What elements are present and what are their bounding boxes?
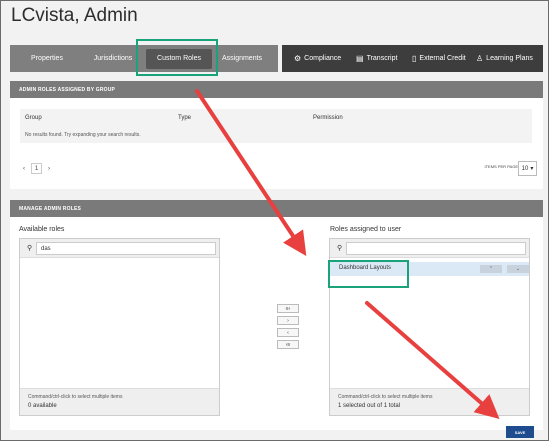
available-search-input[interactable]: das xyxy=(36,242,216,255)
highlight-dashboard-layouts xyxy=(328,260,409,288)
person-icon: ♙ xyxy=(476,54,484,63)
available-roles-list[interactable]: ⚲ das Command/ctrl-click to select multi… xyxy=(19,238,220,416)
save-button[interactable]: SAVE xyxy=(506,426,534,438)
search-icon: ⚲ xyxy=(337,245,343,252)
roles-by-group-heading: ADMIN ROLES ASSIGNED BY GROUP xyxy=(10,81,543,98)
page-title: LCvista, Admin xyxy=(11,5,138,26)
column-header-group[interactable]: Group xyxy=(25,115,42,121)
gear-icon: ⚙ xyxy=(294,54,302,63)
manage-roles-heading: MANAGE ADMIN ROLES xyxy=(10,200,543,217)
tab-transcript-label: Transcript xyxy=(366,55,398,62)
available-search-row: ⚲ das xyxy=(20,239,219,258)
tab-compliance-label: Compliance xyxy=(304,55,342,62)
assigned-list-footer: Command/ctrl-click to select multiple it… xyxy=(330,388,529,415)
assigned-search-input[interactable] xyxy=(346,242,526,255)
move-all-left-button[interactable]: ‹≡ xyxy=(277,340,299,349)
tab-assignments[interactable]: Assignments xyxy=(216,45,268,72)
chevron-down-icon[interactable]: ⌄ xyxy=(507,265,529,273)
tab-learning-plans[interactable]: ♙ Learning Plans xyxy=(476,45,542,72)
prev-page-button[interactable]: ‹ xyxy=(23,166,25,172)
roles-by-group-panel: ADMIN ROLES ASSIGNED BY GROUP Group Type… xyxy=(10,81,543,189)
items-per-page-select[interactable]: 10 ▾ xyxy=(518,161,537,176)
column-header-type[interactable]: Type xyxy=(178,115,191,121)
items-per-page-label: ITEMS PER PAGE xyxy=(484,164,519,169)
next-page-button[interactable]: › xyxy=(48,166,50,172)
column-header-permission[interactable]: Permission xyxy=(313,115,343,121)
tab-external-credit[interactable]: ▯ External Credit xyxy=(412,45,476,72)
tabs-right: ⚙ Compliance ▤ Transcript ▯ External Credit… xyxy=(282,45,543,72)
available-list-footer: Command/ctrl-click to select multiple it… xyxy=(20,388,219,415)
page-number-button[interactable]: 1 xyxy=(31,163,42,174)
assigned-roles-label: Roles assigned to user xyxy=(330,226,402,233)
tab-jurisdictions[interactable]: Jurisdictions xyxy=(84,45,142,72)
chevron-up-icon[interactable]: ⌃ xyxy=(480,265,502,273)
transcript-icon: ▤ xyxy=(356,54,364,63)
assigned-multiselect-hint: Command/ctrl-click to select multiple it… xyxy=(338,394,433,400)
pagination: ‹ 1 › xyxy=(23,163,50,174)
search-icon: ⚲ xyxy=(27,245,33,252)
available-multiselect-hint: Command/ctrl-click to select multiple it… xyxy=(28,394,123,400)
move-left-button[interactable]: ‹ xyxy=(277,328,299,337)
available-roles-label: Available roles xyxy=(19,226,65,233)
items-per-page-value: 10 xyxy=(521,165,529,172)
tab-compliance[interactable]: ⚙ Compliance xyxy=(294,45,356,72)
move-right-button[interactable]: › xyxy=(277,316,299,325)
tab-external-credit-label: External Credit xyxy=(419,55,466,62)
roles-table: Group Type Permission No results found. … xyxy=(20,109,532,143)
assigned-count: 1 selected out of 1 total xyxy=(338,403,401,409)
available-count: 0 available xyxy=(28,403,57,409)
empty-results-message: No results found. Try expanding your sea… xyxy=(25,132,141,138)
tab-transcript[interactable]: ▤ Transcript xyxy=(356,45,412,72)
tab-properties[interactable]: Properties xyxy=(10,45,84,72)
admin-page: LCvista, Admin Properties Jurisdictions … xyxy=(0,0,549,441)
highlight-custom-roles xyxy=(136,39,218,76)
assigned-search-row: ⚲ xyxy=(330,239,529,258)
move-all-right-button[interactable]: ≡› xyxy=(277,304,299,313)
chevron-down-icon: ▾ xyxy=(530,166,534,172)
move-buttons: ≡› › ‹ ‹≡ xyxy=(277,304,299,349)
manage-roles-panel: MANAGE ADMIN ROLES Available roles ⚲ das… xyxy=(10,200,543,430)
tab-learning-plans-label: Learning Plans xyxy=(486,55,533,62)
document-icon: ▯ xyxy=(412,54,417,63)
